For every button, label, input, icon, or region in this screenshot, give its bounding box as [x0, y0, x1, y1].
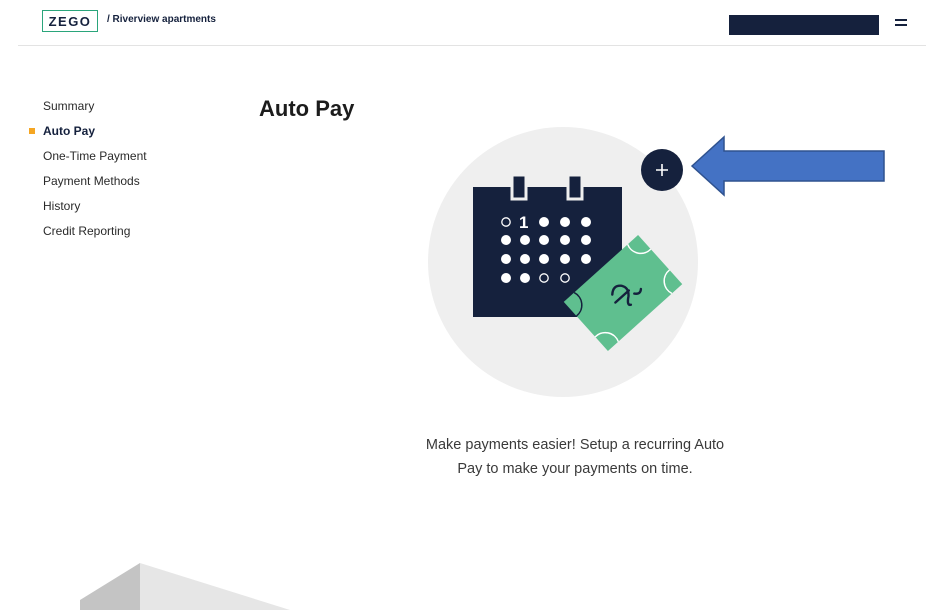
- sidebar-item-label: Credit Reporting: [43, 224, 131, 238]
- sidebar-item-history[interactable]: History: [43, 199, 147, 224]
- autopay-illustration: 1: [428, 127, 698, 397]
- empty-state-message: Make payments easier! Setup a recurring …: [390, 433, 760, 481]
- sidebar-item-summary[interactable]: Summary: [43, 99, 147, 124]
- annotation-arrow: [690, 135, 885, 197]
- account-name-redacted: [729, 15, 879, 35]
- calendar-day-number: 1: [519, 213, 528, 232]
- add-autopay-button[interactable]: [641, 149, 683, 191]
- sidebar-item-label: Summary: [43, 99, 95, 113]
- zego-logo[interactable]: ZEGO: [42, 10, 98, 32]
- breadcrumb[interactable]: / Riverview apartments: [107, 14, 216, 25]
- sidebar-item-auto-pay[interactable]: Auto Pay: [29, 124, 147, 149]
- sidebar-item-credit-reporting[interactable]: Credit Reporting: [43, 224, 147, 249]
- sidebar-item-payment-methods[interactable]: Payment Methods: [43, 174, 147, 199]
- sidebar-item-one-time-payment[interactable]: One-Time Payment: [43, 149, 147, 174]
- sidebar-item-label: History: [43, 199, 81, 213]
- sidebar-item-label: One-Time Payment: [43, 149, 147, 163]
- message-line-2: Pay to make your payments on time.: [457, 461, 693, 477]
- sidebar-item-label: Payment Methods: [43, 174, 140, 188]
- hamburger-icon[interactable]: [893, 15, 909, 29]
- sidebar-nav: Summary Auto Pay One-Time Payment Paymen…: [29, 99, 147, 249]
- message-line-1: Make payments easier! Setup a recurring …: [425, 437, 725, 453]
- background-decoration: [80, 563, 290, 610]
- page-title: Auto Pay: [259, 96, 355, 121]
- active-marker: [29, 128, 35, 134]
- sidebar-item-label: Auto Pay: [43, 124, 96, 138]
